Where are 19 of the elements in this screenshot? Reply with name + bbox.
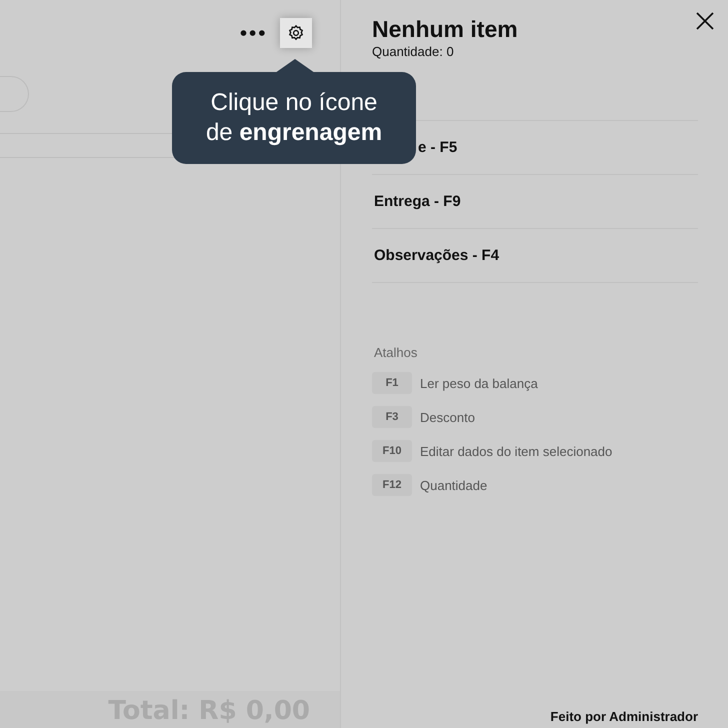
key-badge: F1 [372,372,412,394]
key-badge: F10 [372,440,412,462]
panel-title: Nenhum item [372,16,518,43]
shortcut-label: Quantidade [420,478,488,492]
shortcut-label: Desconto [420,410,475,424]
settings-icon [287,24,305,42]
quantity-label: Quantidade: 0 [372,44,455,59]
close-icon[interactable] [696,12,714,30]
shortcut-label: Editar dados do item selecionado [420,444,612,458]
more-options-icon[interactable]: ••• [238,24,266,42]
key-badge: F3 [372,406,412,428]
section-link[interactable]: Entrega - F9 [372,193,461,210]
shortcut-label: Ler peso da balança [420,376,538,390]
settings-button[interactable] [280,18,312,48]
section-link[interactable]: Observações - F4 [372,247,500,264]
key-badge: F12 [372,474,412,496]
author-label: Feito por Administrador [550,709,698,724]
tooltip-text: Clique no ícone de engrenagem [204,88,384,148]
shortcuts-heading: Atalhos [373,345,418,360]
